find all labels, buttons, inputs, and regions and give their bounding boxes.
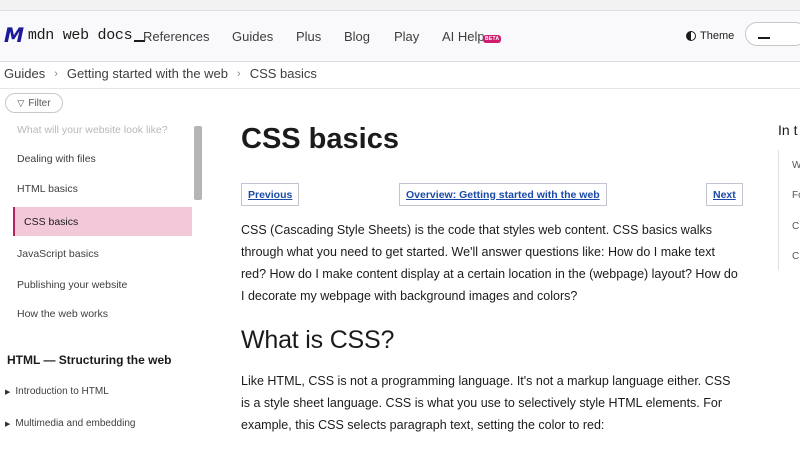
theme-icon bbox=[686, 31, 696, 41]
sidebar-item-intro-html[interactable]: ▶ Introduction to HTML bbox=[5, 386, 109, 397]
triangle-right-icon: ▶ bbox=[5, 420, 11, 428]
search-input[interactable] bbox=[760, 26, 780, 41]
divider bbox=[0, 88, 800, 89]
toc-heading: In t bbox=[778, 122, 798, 138]
sidebar-filter-button[interactable]: ▽ Filter bbox=[5, 93, 63, 113]
nav-ai-help[interactable]: AI Help bbox=[442, 29, 485, 44]
sidebar-item-label: CSS basics bbox=[24, 216, 79, 228]
mdn-logo-icon: M bbox=[1, 23, 27, 47]
theme-switcher[interactable]: Theme bbox=[686, 30, 734, 42]
sidebar-item-label: Introduction to HTML bbox=[15, 386, 109, 397]
theme-label: Theme bbox=[700, 30, 735, 42]
next-link[interactable]: Next bbox=[706, 183, 743, 206]
sidebar-item-html-basics[interactable]: HTML basics bbox=[17, 183, 78, 195]
sidebar-scrollbar[interactable] bbox=[194, 126, 202, 200]
toc-item[interactable]: Fo bbox=[792, 190, 800, 201]
sidebar-item-multimedia[interactable]: ▶ Multimedia and embedding bbox=[5, 418, 135, 429]
nav-blog[interactable]: Blog bbox=[344, 29, 370, 44]
page-title: CSS basics bbox=[241, 123, 399, 155]
section-heading: What is CSS? bbox=[241, 326, 395, 354]
sidebar-item-javascript-basics[interactable]: JavaScript basics bbox=[17, 248, 99, 260]
breadcrumb: Guides › Getting started with the web › … bbox=[4, 66, 317, 81]
sidebar-item-label: Multimedia and embedding bbox=[15, 418, 136, 429]
search-cursor-icon bbox=[758, 37, 770, 39]
overview-link[interactable]: Overview: Getting started with the web bbox=[399, 183, 607, 206]
filter-label: Filter bbox=[28, 97, 51, 109]
toc-divider bbox=[778, 150, 779, 270]
sidebar-item-website-look[interactable]: What will your website look like? bbox=[17, 124, 168, 136]
toc-item[interactable]: C bbox=[792, 221, 799, 232]
sidebar-section-heading: HTML — Structuring the web bbox=[7, 353, 172, 367]
sidebar-item-publishing[interactable]: Publishing your website bbox=[17, 279, 127, 291]
breadcrumb-getting-started[interactable]: Getting started with the web bbox=[67, 66, 228, 81]
triangle-right-icon: ▶ bbox=[5, 388, 11, 396]
previous-link[interactable]: Previous bbox=[241, 183, 300, 206]
sidebar-item-how-web-works[interactable]: How the web works bbox=[17, 308, 108, 320]
search-box[interactable] bbox=[745, 22, 800, 46]
nav-plus[interactable]: Plus bbox=[296, 29, 321, 44]
chevron-right-icon: › bbox=[237, 67, 241, 80]
body-paragraph: Like HTML, CSS is not a programming lang… bbox=[241, 374, 731, 432]
intro-paragraph: CSS (Cascading Style Sheets) is the code… bbox=[241, 223, 738, 303]
browser-top-strip bbox=[0, 0, 800, 11]
sidebar-item-dealing-with-files[interactable]: Dealing with files bbox=[17, 153, 96, 165]
nav-play[interactable]: Play bbox=[394, 29, 419, 44]
site-header: M mdn web docs References Guides Plus Bl… bbox=[0, 11, 800, 62]
filter-icon: ▽ bbox=[17, 97, 25, 108]
breadcrumb-css-basics[interactable]: CSS basics bbox=[250, 66, 317, 81]
mdn-logo[interactable]: M mdn web docs bbox=[1, 23, 146, 47]
nav-guides[interactable]: Guides bbox=[232, 29, 273, 44]
nav-references[interactable]: References bbox=[143, 29, 209, 44]
toc-item[interactable]: W bbox=[792, 160, 800, 171]
beta-badge: BETA bbox=[483, 35, 502, 43]
chevron-right-icon: › bbox=[54, 67, 58, 80]
logo-text: mdn web docs bbox=[27, 26, 133, 44]
breadcrumb-guides[interactable]: Guides bbox=[4, 66, 45, 81]
toc-item[interactable]: C bbox=[792, 251, 799, 262]
